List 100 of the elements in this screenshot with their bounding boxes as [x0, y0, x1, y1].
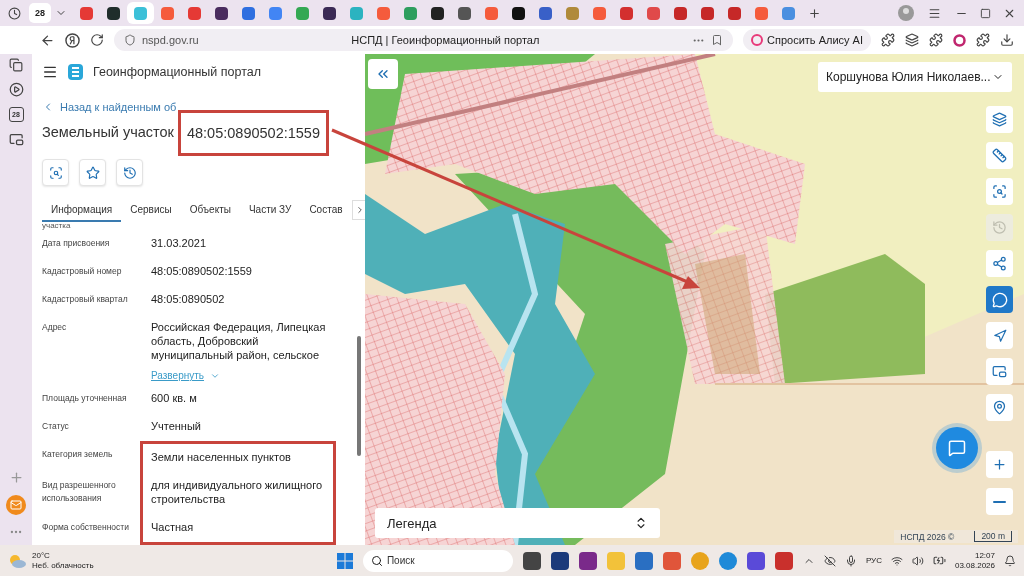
- extension-icon[interactable]: [905, 33, 919, 47]
- minus-icon: [993, 500, 1006, 503]
- star-icon: [85, 165, 100, 180]
- panel-tab[interactable]: Состав: [300, 198, 352, 222]
- maximize-icon[interactable]: [980, 7, 991, 19]
- page-title: НСПД | Геоинформационный портал: [350, 34, 541, 46]
- reload-icon[interactable]: [90, 33, 104, 47]
- user-dropdown[interactable]: Коршунова Юлия Николаев...: [818, 62, 1012, 92]
- field-label: Вид разрешенного использования: [42, 479, 117, 505]
- clock-time[interactable]: 12:07: [974, 550, 995, 561]
- windows-start-icon[interactable]: [336, 552, 353, 569]
- app-icon[interactable]: [774, 551, 793, 570]
- shield-icon: [124, 34, 136, 46]
- cadastral-number: 48:05:0890502:1559: [177, 110, 329, 157]
- field-value: 48:05:0890502: [150, 292, 226, 307]
- new-tab-icon[interactable]: [808, 6, 821, 20]
- field-label: Категория земель: [42, 448, 114, 461]
- field-value: 31.03.2021: [150, 236, 208, 251]
- eye-off-icon[interactable]: [823, 554, 836, 567]
- select-area-icon: [992, 184, 1007, 199]
- history-icon: [122, 165, 137, 180]
- history-icon: [992, 220, 1007, 235]
- favorite-button[interactable]: [79, 159, 106, 186]
- temperature: 20°C: [32, 550, 51, 561]
- window-button[interactable]: [986, 358, 1013, 385]
- chat-button[interactable]: [986, 286, 1013, 313]
- extension-icon[interactable]: [953, 33, 966, 47]
- locate-button[interactable]: [986, 394, 1013, 421]
- language-indicator[interactable]: РУС: [865, 555, 882, 566]
- field-value: 48:05:0890502:1559: [150, 264, 253, 279]
- field-label: Статус: [42, 420, 70, 433]
- browser-logo-icon[interactable]: [65, 32, 80, 48]
- map-pin-icon: [992, 400, 1007, 415]
- back-icon[interactable]: [40, 32, 55, 48]
- app-icon[interactable]: [522, 551, 541, 570]
- field-label: Дата присвоения: [42, 237, 111, 250]
- back-link[interactable]: Назад к найденным об: [42, 99, 177, 114]
- field-label: Кадастровый квартал: [42, 293, 129, 306]
- field-value: Российская Федерация, Липецкая область, Добровский муниципальный район, сельское: [150, 320, 327, 363]
- share-icon: [992, 256, 1007, 271]
- field-label: Кадастровый номер: [42, 265, 123, 278]
- layers-icon: [992, 112, 1007, 127]
- volume-icon[interactable]: [911, 554, 924, 567]
- copy-icon[interactable]: [9, 58, 23, 72]
- notifications-icon[interactable]: [1004, 554, 1016, 567]
- scale-bar: 200 m: [974, 531, 1012, 542]
- app-icon[interactable]: [746, 551, 765, 570]
- weather-icon: [8, 553, 26, 568]
- bookmark-icon[interactable]: [711, 34, 724, 46]
- navigation-button[interactable]: [986, 322, 1013, 349]
- extension-icon[interactable]: [976, 33, 990, 47]
- attribution-text: НСПД 2026 ©: [900, 531, 955, 542]
- navigation-arrow-icon: [992, 328, 1007, 343]
- window-icon: [992, 364, 1007, 379]
- zoom-out-button[interactable]: [986, 488, 1013, 515]
- battery-icon[interactable]: [932, 554, 946, 567]
- alice-icon: [751, 34, 764, 46]
- panel-tab[interactable]: Объекты: [180, 198, 240, 222]
- panel-tab[interactable]: Сервисы: [121, 198, 181, 222]
- mail-icon: [10, 499, 22, 511]
- chat-icon: [948, 439, 966, 457]
- ruler-button[interactable]: [986, 142, 1013, 169]
- share-button[interactable]: [986, 250, 1013, 277]
- pinned-tab[interactable]: 28: [29, 3, 51, 23]
- field-label: участка: [42, 222, 72, 230]
- weather-text: Неб. облачность: [32, 560, 94, 571]
- history-button[interactable]: [116, 159, 143, 186]
- history-icon[interactable]: [8, 6, 21, 20]
- scan-search-icon: [48, 165, 63, 180]
- portal-title: Геоинформационный портал: [93, 64, 262, 79]
- wifi-icon[interactable]: [890, 554, 903, 567]
- panel-tab[interactable]: Части ЗУ: [239, 198, 301, 222]
- parcel-title: Земельный участок: [42, 124, 174, 141]
- ask-alice-button[interactable]: Спросить Алису AI: [743, 29, 871, 51]
- field-label: Форма собственности: [42, 521, 130, 534]
- collapse-panel-button[interactable]: [368, 59, 398, 89]
- taskbar-search-field[interactable]: Поиск: [362, 549, 513, 572]
- address-field[interactable]: nspd.gov.ru НСПД | Геоинформационный портал: [114, 29, 734, 51]
- portal-logo-icon: [68, 63, 83, 80]
- ruler-icon: [992, 148, 1007, 163]
- app-icon[interactable]: [578, 551, 597, 570]
- layers-button[interactable]: [986, 106, 1013, 133]
- clock-date[interactable]: 03.08.2026: [954, 560, 995, 571]
- zoom-in-button[interactable]: [986, 451, 1013, 478]
- play-icon[interactable]: [8, 82, 24, 97]
- menu-icon[interactable]: [928, 6, 941, 20]
- extension-icon[interactable]: [881, 33, 895, 47]
- scrollbar[interactable]: [357, 336, 361, 456]
- panel-tab[interactable]: Информация: [42, 198, 122, 222]
- locate-on-map-button[interactable]: [42, 159, 69, 186]
- extension-icon[interactable]: [929, 33, 943, 47]
- field-value: Учтенный: [150, 419, 202, 434]
- app-icon[interactable]: [550, 551, 569, 570]
- select-area-button[interactable]: [986, 178, 1013, 205]
- chat-icon: [991, 291, 1008, 308]
- app-icon[interactable]: [634, 551, 653, 570]
- field-value: для индивидуального жилищного строительства: [140, 472, 336, 514]
- microphone-icon[interactable]: [844, 554, 857, 567]
- legend-dropdown[interactable]: Легенда: [375, 508, 660, 538]
- download-icon[interactable]: [1000, 33, 1014, 47]
